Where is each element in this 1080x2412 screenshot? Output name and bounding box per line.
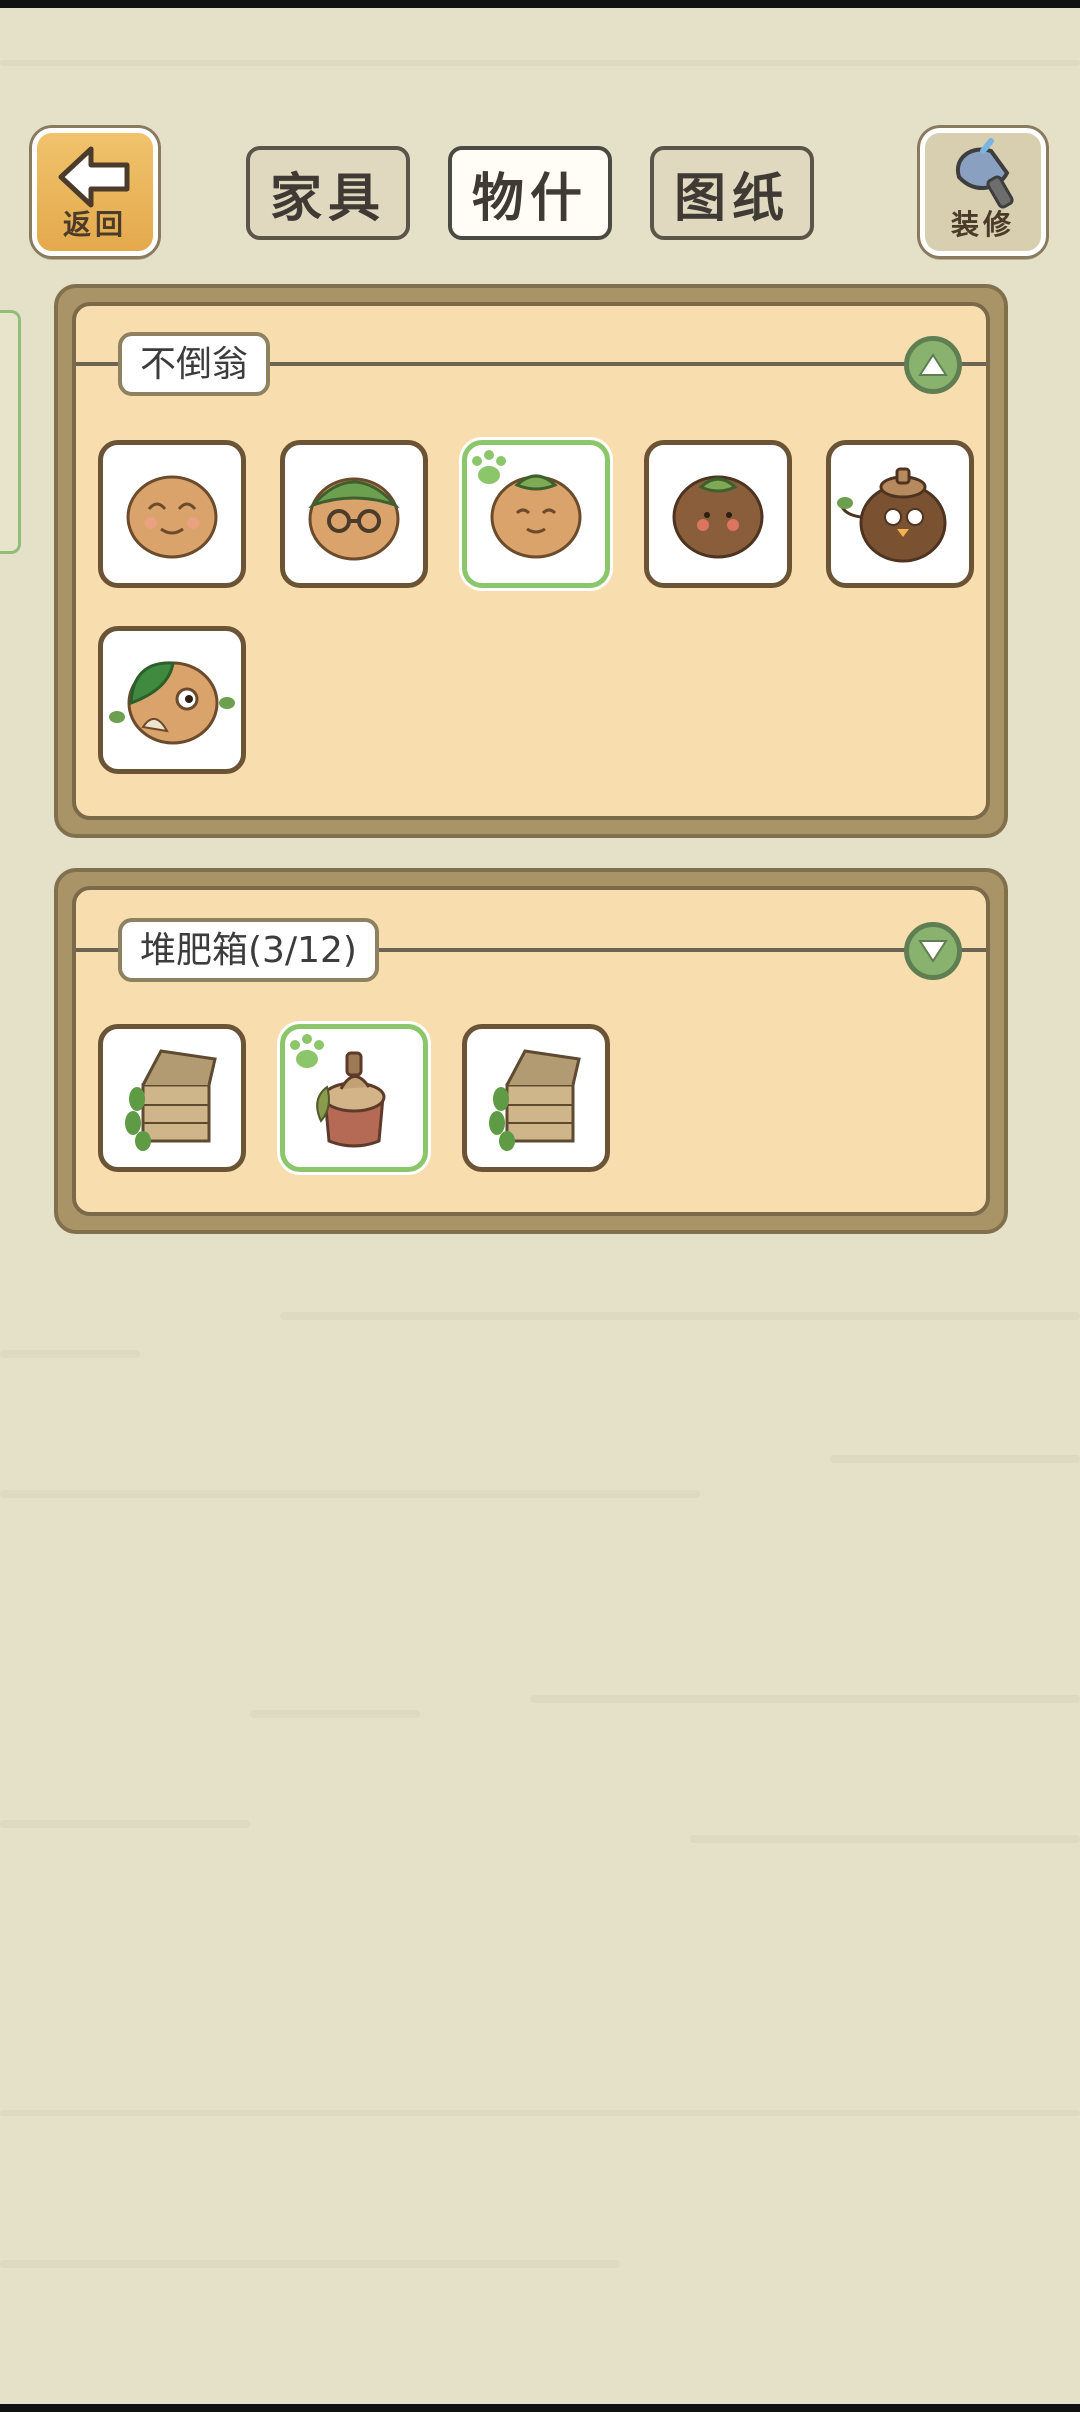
wood-grain <box>0 60 1080 66</box>
decorate-button[interactable]: 装修 <box>920 128 1046 256</box>
decorate-label: 装修 <box>950 208 1015 241</box>
item-slot[interactable] <box>462 1024 610 1172</box>
tumbler-dark-sprout-icon <box>672 475 764 559</box>
tab-blueprints[interactable]: 图纸 <box>650 146 814 240</box>
back-button[interactable]: 返回 <box>32 128 158 256</box>
tumbler-green-leaf-icon <box>109 661 235 745</box>
tumbler-mushroom-hat-icon <box>837 467 947 563</box>
section-title: 不倒翁 <box>118 332 271 396</box>
wood-grain <box>0 1490 700 1498</box>
item-slot-selected[interactable] <box>462 440 610 588</box>
tab-furniture[interactable]: 家具 <box>246 146 410 240</box>
triangle-down-icon <box>918 940 948 963</box>
side-drawer-handle[interactable] <box>0 310 21 554</box>
wood-grain <box>250 1710 420 1718</box>
wood-grain <box>530 1695 1080 1703</box>
wood-grain <box>280 1312 1080 1320</box>
section-title: 堆肥箱(3/12) <box>118 918 379 982</box>
paw-icon <box>290 1034 324 1068</box>
section-compost: 堆肥箱(3/12) <box>54 868 1008 1234</box>
wood-grain <box>0 2110 1080 2116</box>
item-slot[interactable] <box>98 440 246 588</box>
back-label: 返回 <box>62 208 127 241</box>
wood-grain <box>0 1820 250 1828</box>
section-tumbler: 不倒翁 <box>54 284 1008 838</box>
item-slot-selected[interactable] <box>280 1024 428 1172</box>
expand-toggle[interactable] <box>904 922 962 980</box>
compost-crate-icon <box>489 1049 581 1151</box>
triangle-up-icon <box>918 353 948 376</box>
compost-crate-icon <box>125 1049 217 1151</box>
item-slot[interactable] <box>98 1024 246 1172</box>
wood-grain <box>0 1350 140 1358</box>
paw-icon <box>472 450 506 484</box>
item-slot[interactable] <box>644 440 792 588</box>
collapse-toggle[interactable] <box>904 336 962 394</box>
status-bar <box>0 0 1080 8</box>
wood-grain <box>0 2260 620 2268</box>
tab-items[interactable]: 物什 <box>448 146 612 240</box>
item-slot[interactable] <box>98 626 246 774</box>
tumbler-leaf-glasses-icon <box>308 477 400 561</box>
wood-grain <box>830 1455 1080 1463</box>
wood-grain <box>690 1835 1080 1843</box>
tumbler-plain-icon <box>126 475 218 559</box>
navigation-bar <box>0 2404 1080 2412</box>
item-slot[interactable] <box>826 440 974 588</box>
item-slot[interactable] <box>280 440 428 588</box>
